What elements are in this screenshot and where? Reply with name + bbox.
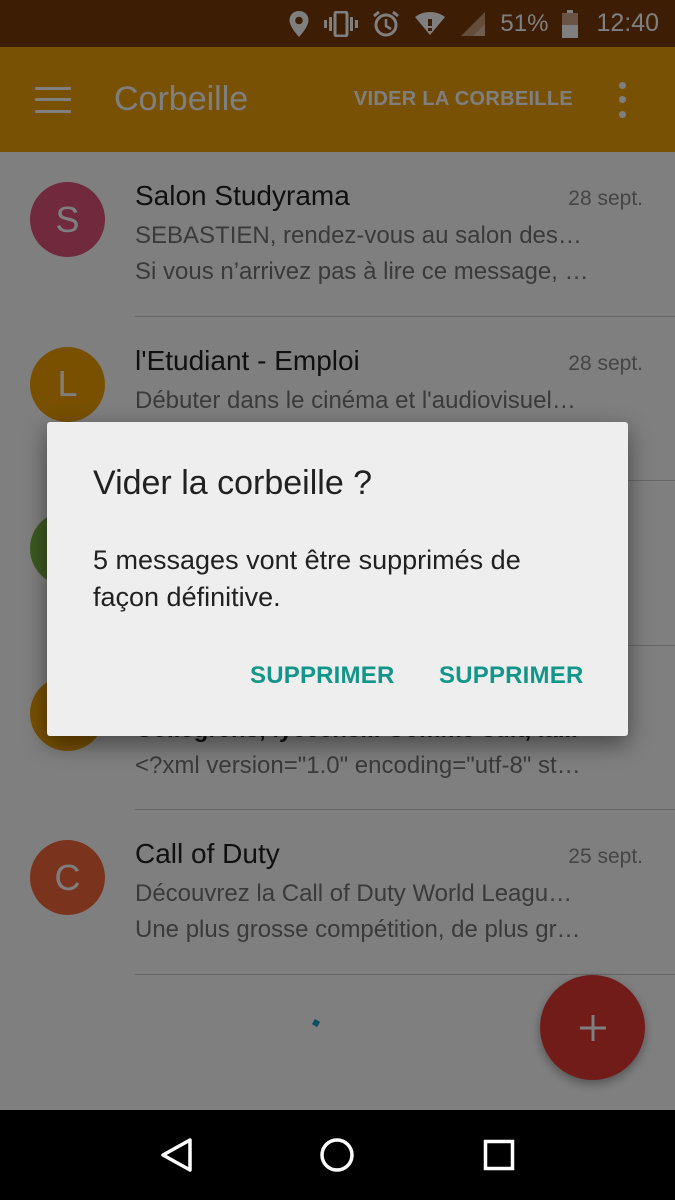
back-button[interactable] bbox=[146, 1125, 206, 1185]
delete-confirm-button[interactable]: SUPPRIMER bbox=[439, 662, 584, 690]
recents-button[interactable] bbox=[469, 1125, 529, 1185]
recents-icon bbox=[483, 1139, 515, 1171]
dialog-title: Vider la corbeille ? bbox=[93, 464, 373, 502]
confirm-dialog: Vider la corbeille ? 5 messages vont êtr… bbox=[47, 422, 628, 736]
dialog-message: 5 messages vont être supprimés de façon … bbox=[93, 545, 521, 612]
back-icon bbox=[161, 1138, 192, 1172]
system-nav-bar bbox=[0, 1110, 675, 1200]
home-icon bbox=[320, 1138, 355, 1172]
delete-button[interactable]: SUPPRIMER bbox=[250, 662, 395, 690]
home-button[interactable] bbox=[307, 1125, 367, 1185]
